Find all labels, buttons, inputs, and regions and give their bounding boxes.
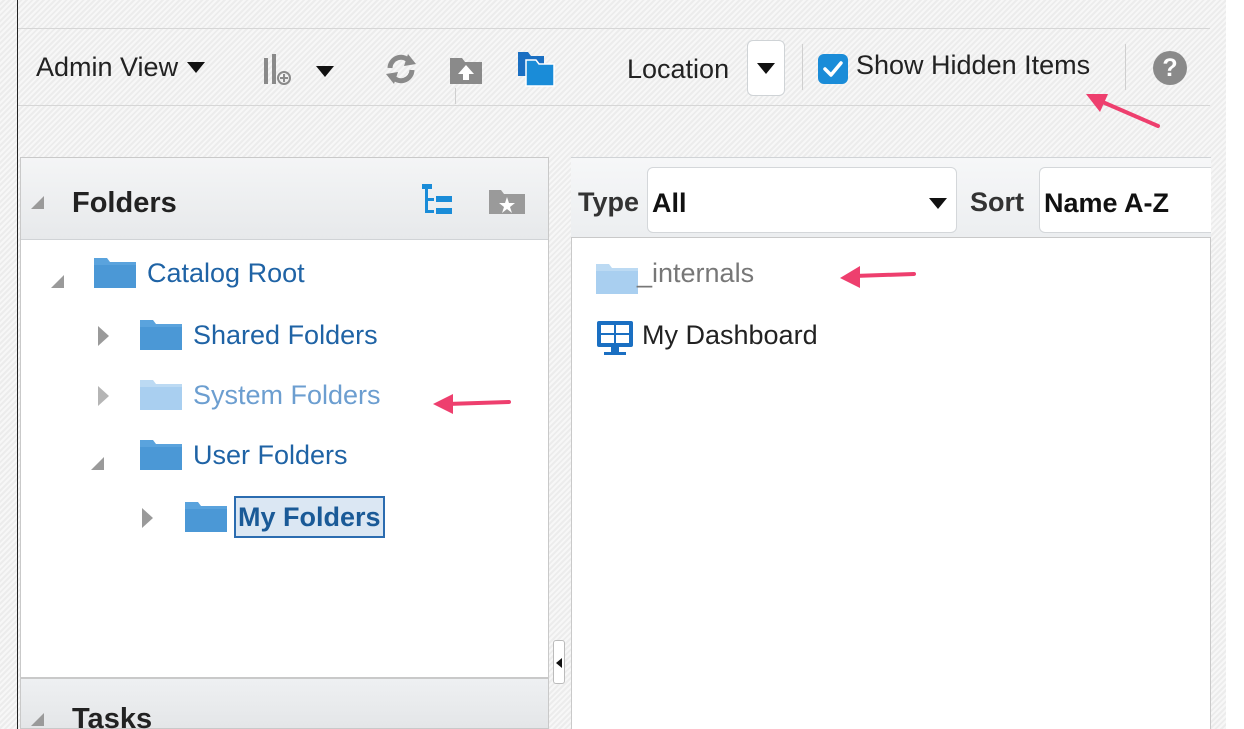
type-label: Type [578, 187, 640, 217]
collapse-folders-icon[interactable] [31, 196, 44, 209]
tree-label-user-folders: User Folders [193, 440, 348, 470]
tasks-title: Tasks [72, 703, 153, 729]
admin-view-label: Admin View [36, 52, 179, 82]
tree-view-icon[interactable] [420, 182, 456, 218]
content-list-panel: _internals My Dashboard [571, 237, 1211, 729]
tree-node-user-folders[interactable]: User Folders [21, 436, 548, 476]
type-select-value: All [652, 188, 687, 218]
annotation-arrow-system-folders [433, 394, 511, 414]
collapsed-caret-icon[interactable] [98, 326, 109, 346]
splitter-left-arrow-icon [556, 658, 562, 668]
refresh-icon [386, 54, 416, 84]
add-column-icon [264, 54, 334, 85]
admin-view-caret-icon [187, 62, 206, 73]
help-icon[interactable]: ? [1153, 51, 1187, 85]
collapsed-caret-icon[interactable] [142, 508, 153, 528]
tree-node-my-folders[interactable]: My Folders [21, 496, 548, 540]
location-caret-icon [757, 63, 775, 74]
tree-node-catalog-root[interactable]: Catalog Root [21, 254, 548, 294]
expanded-caret-icon[interactable] [51, 275, 64, 288]
list-item-my-dashboard[interactable]: My Dashboard [572, 318, 1210, 358]
folder-icon [185, 502, 227, 532]
folders-icon [518, 52, 555, 87]
collapsed-caret-icon[interactable] [98, 386, 109, 406]
expanded-caret-icon[interactable] [91, 457, 104, 470]
location-label: Location [627, 54, 730, 84]
tasks-panel: Tasks [20, 678, 549, 729]
tree-label-my-folders: My Folders [234, 496, 385, 538]
tree-label-shared-folders: Shared Folders [193, 320, 378, 350]
refresh-button[interactable] [384, 50, 418, 86]
upload-button[interactable] [448, 52, 484, 86]
annotation-arrow-show-hidden [1086, 94, 1160, 128]
toolbar-separator [455, 88, 456, 104]
frame-top-line [18, 28, 1210, 29]
folders-title: Folders [72, 187, 177, 219]
toolbar-separator-2 [802, 44, 803, 90]
sort-label: Sort [970, 187, 1024, 217]
folder-icon [140, 380, 182, 410]
list-item-internals-label: _internals [637, 258, 755, 288]
folder-icon [596, 264, 638, 294]
list-item-my-dashboard-label: My Dashboard [642, 320, 818, 350]
toolbar-separator-3 [1125, 44, 1126, 90]
sort-select-value: Name A-Z [1044, 188, 1170, 218]
content-filter-bar: Type All Sort Name A-Z [571, 157, 1211, 237]
tree-label-system-folders: System Folders [193, 380, 381, 410]
upload-folder-icon [450, 58, 482, 84]
right-edge-strip [1226, 0, 1244, 729]
show-hidden-label[interactable]: Show Hidden Items [856, 50, 1090, 81]
admin-view-menu[interactable]: Admin View [36, 52, 206, 83]
dashboard-icon [597, 321, 633, 355]
collapse-tasks-icon[interactable] [31, 713, 44, 726]
sort-select[interactable]: Name A-Z [1039, 167, 1211, 233]
folders-panel: Folders Catalog Root Shared Folders Syst… [20, 157, 549, 678]
tree-label-catalog-root: Catalog Root [147, 258, 305, 288]
folders-panel-header: Folders [21, 158, 548, 240]
new-folder-icon[interactable] [487, 186, 527, 216]
location-dropdown[interactable] [747, 40, 785, 96]
show-hidden-checkbox[interactable] [818, 54, 848, 84]
folder-icon [140, 320, 182, 350]
folder-icon [94, 258, 136, 288]
tree-node-shared-folders[interactable]: Shared Folders [21, 316, 548, 356]
folder-icon [140, 440, 182, 470]
splitter-handle[interactable] [553, 640, 565, 684]
type-select[interactable]: All [647, 167, 957, 233]
checkmark-icon [823, 61, 843, 77]
frame-left-border [17, 0, 18, 729]
folders-button[interactable] [516, 50, 556, 88]
annotation-arrow-internals [840, 266, 916, 288]
add-column-button[interactable] [264, 52, 338, 88]
type-select-caret-icon [929, 198, 947, 209]
